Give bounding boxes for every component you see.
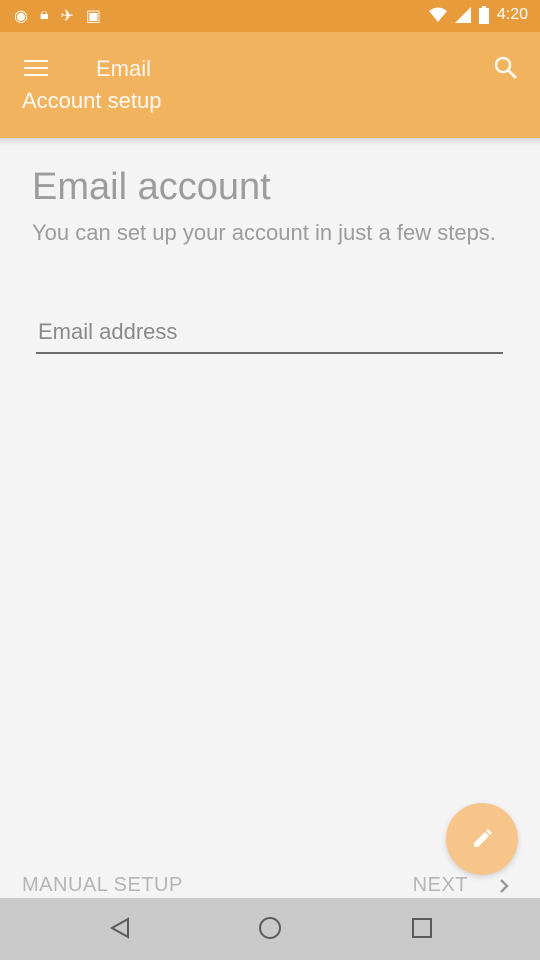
app-bar-row: Email [0, 48, 540, 88]
pencil-icon [474, 829, 492, 847]
home-circle-icon[interactable] [257, 915, 283, 941]
page-subtitle: Account setup [22, 88, 162, 113]
circle-icon: ◉ [14, 8, 28, 25]
status-time: 4:20 [496, 6, 528, 23]
main-content: Email account You can set up your accoun… [0, 146, 540, 828]
page-title: Email account [32, 166, 271, 208]
email-input[interactable] [36, 314, 507, 350]
next-button[interactable]: NEXT [413, 874, 468, 897]
back-triangle-icon[interactable] [108, 916, 132, 940]
android-icon: ▣ [85, 8, 102, 25]
setup-description: You can set up your account in just a fe… [32, 220, 496, 245]
status-bar: ◉ 🔒︎ ✈︎ ▣ 4:20 [0, 0, 540, 32]
email-field[interactable] [36, 314, 507, 354]
bottom-actions: MANUAL SETUP NEXT [0, 868, 540, 898]
app-bar: Email Account setup [0, 32, 540, 138]
app-title: Email [96, 56, 152, 81]
chevron-right-icon[interactable] [496, 878, 512, 894]
wifi-icon [428, 7, 447, 22]
app-bar-shadow [0, 138, 540, 146]
signal-icon [454, 7, 471, 23]
menu-icon[interactable] [24, 60, 48, 76]
lock-icon: 🔒︎ [39, 6, 49, 23]
status-icons-left: ◉ 🔒︎ ✈︎ ▣ [14, 6, 101, 26]
navigation-bar [0, 898, 540, 960]
search-icon[interactable] [492, 54, 520, 82]
manual-setup-button[interactable]: MANUAL SETUP [22, 874, 183, 897]
battery-icon [478, 6, 489, 24]
satellite-icon: ✈︎ [60, 8, 74, 25]
status-icons-right: 4:20 [428, 6, 528, 24]
compose-fab-button[interactable] [446, 803, 518, 875]
recents-square-icon[interactable] [410, 916, 434, 940]
